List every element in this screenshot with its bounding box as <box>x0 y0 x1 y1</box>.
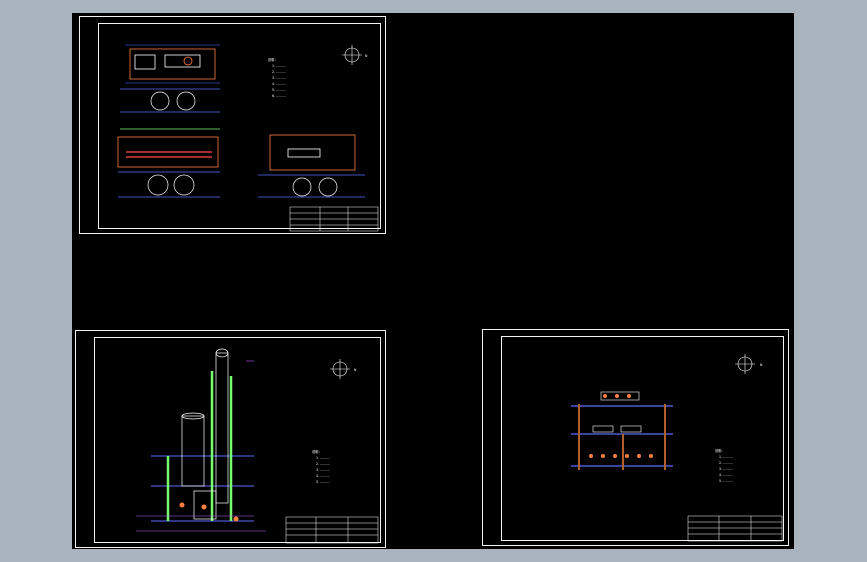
svg-text:6. ..........: 6. .......... <box>272 94 286 98</box>
svg-text:5. ..........: 5. .......... <box>272 88 286 92</box>
svg-text:2. ..........: 2. .......... <box>272 70 286 74</box>
drawing-sheet-layout-plan[interactable]: N 说明： 1. .......... 2. .......... 3. ...… <box>79 16 386 234</box>
svg-text:4. ..........: 4. .......... <box>719 473 733 477</box>
svg-text:2. ..........: 2. .......... <box>719 461 733 465</box>
support-columns <box>578 404 666 470</box>
north-arrow-icon <box>342 45 362 65</box>
plan-view-right <box>269 134 356 171</box>
svg-text:1. ..........: 1. .......... <box>316 456 330 460</box>
title-block <box>289 206 379 232</box>
notes-title: 说明： <box>312 449 322 454</box>
elevation-view-lower <box>118 171 220 198</box>
plan-view-upper <box>129 48 216 80</box>
elevation-view-upper <box>120 88 220 113</box>
drawing-sheet-elevation[interactable]: N 说明： 1. .......... 2. .......... 3. ...… <box>75 330 386 548</box>
title-block <box>687 515 783 542</box>
north-label: N <box>760 363 763 367</box>
svg-text:3. ..........: 3. .......... <box>272 76 286 80</box>
section-drawing: N 说明： 1. .......... 2. .......... 3. ...… <box>571 354 783 542</box>
pipelines <box>136 360 266 532</box>
svg-text:5. ..........: 5. .......... <box>719 479 733 483</box>
structure-platforms <box>151 455 254 522</box>
title-block <box>285 516 379 544</box>
vessels <box>181 348 229 520</box>
svg-text:2. ..........: 2. .......... <box>316 462 330 466</box>
tower-columns <box>166 371 233 521</box>
svg-text:1. ..........: 1. .......... <box>719 455 733 459</box>
cad-model-viewport[interactable]: N 说明： 1. .......... 2. .......... 3. ...… <box>72 13 794 549</box>
svg-text:1. ..........: 1. .......... <box>272 64 286 68</box>
elevation-drawing: N 说明： 1. .......... 2. .......... 3. ...… <box>136 348 379 544</box>
svg-text:4. ..........: 4. .......... <box>316 474 330 478</box>
svg-text:4. ..........: 4. .......... <box>272 82 286 86</box>
layout-plan-drawing: N 说明： 1. .......... 2. .......... 3. ...… <box>117 44 379 232</box>
north-label: N <box>365 54 368 58</box>
notes-title: 说明： <box>268 57 278 62</box>
notes-title: 说明： <box>715 448 725 453</box>
svg-text:3. ..........: 3. .......... <box>316 468 330 472</box>
north-arrow-icon <box>735 354 755 374</box>
north-arrow-icon <box>330 359 350 379</box>
svg-text:3. ..........: 3. .......... <box>719 467 733 471</box>
north-label: N <box>354 368 357 372</box>
svg-text:5. ..........: 5. .......... <box>316 480 330 484</box>
drawing-sheet-section[interactable]: N 说明： 1. .......... 2. .......... 3. ...… <box>482 329 789 546</box>
